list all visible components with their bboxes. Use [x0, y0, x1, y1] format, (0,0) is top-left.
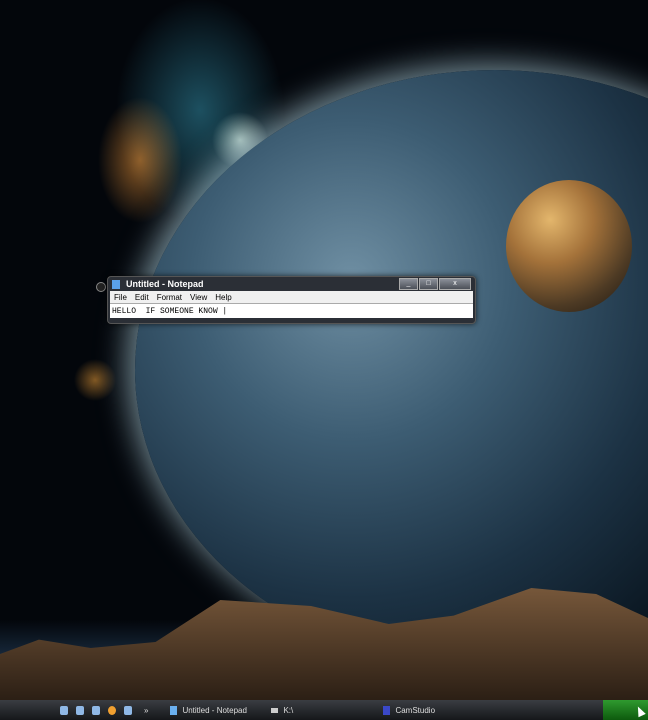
notepad-icon — [170, 705, 178, 715]
mouse-cursor-icon — [634, 704, 646, 718]
menu-edit[interactable]: Edit — [131, 293, 153, 302]
ie-icon[interactable] — [60, 705, 68, 715]
app-icon[interactable] — [124, 705, 132, 715]
menu-format[interactable]: Format — [153, 293, 186, 302]
close-button[interactable]: x — [439, 278, 471, 290]
firefox-icon[interactable] — [108, 705, 116, 715]
text-area[interactable]: HELLO IF SOMEONE KNOW | — [110, 303, 473, 318]
wallpaper-moon — [506, 180, 632, 312]
system-tray — [603, 700, 648, 720]
taskbar: » Untitled - Notepad K:\ CamStudio — [0, 700, 648, 720]
maximize-button[interactable]: □ — [419, 278, 438, 290]
menu-file[interactable]: File — [110, 293, 131, 302]
taskbar-button-notepad[interactable]: Untitled - Notepad — [164, 703, 265, 717]
quick-launch — [60, 705, 140, 715]
taskbar-label: Untitled - Notepad — [182, 705, 247, 715]
notepad-window: Untitled - Notepad _ □ x File Edit Forma… — [107, 276, 476, 324]
taskbar-button-drive[interactable]: K:\ — [265, 703, 381, 717]
taskbar-label: CamStudio — [395, 705, 436, 715]
snowflake-icon[interactable] — [92, 705, 100, 715]
desktop-wallpaper — [0, 0, 648, 720]
quick-launch-more-button[interactable]: » — [144, 706, 148, 715]
drive-icon — [271, 707, 279, 713]
show-desktop-icon[interactable] — [76, 705, 84, 715]
camstudio-icon — [383, 705, 391, 715]
window-title: Untitled - Notepad — [126, 279, 204, 289]
menu-view[interactable]: View — [186, 293, 211, 302]
taskbar-button-camstudio[interactable]: CamStudio — [377, 703, 473, 717]
menu-bar: File Edit Format View Help — [110, 291, 473, 303]
minimize-button[interactable]: _ — [399, 278, 418, 290]
menu-help[interactable]: Help — [211, 293, 235, 302]
notepad-icon — [112, 279, 120, 289]
taskbar-label: K:\ — [283, 705, 294, 715]
window-orb-icon — [96, 282, 106, 292]
wallpaper-planet — [135, 70, 648, 670]
